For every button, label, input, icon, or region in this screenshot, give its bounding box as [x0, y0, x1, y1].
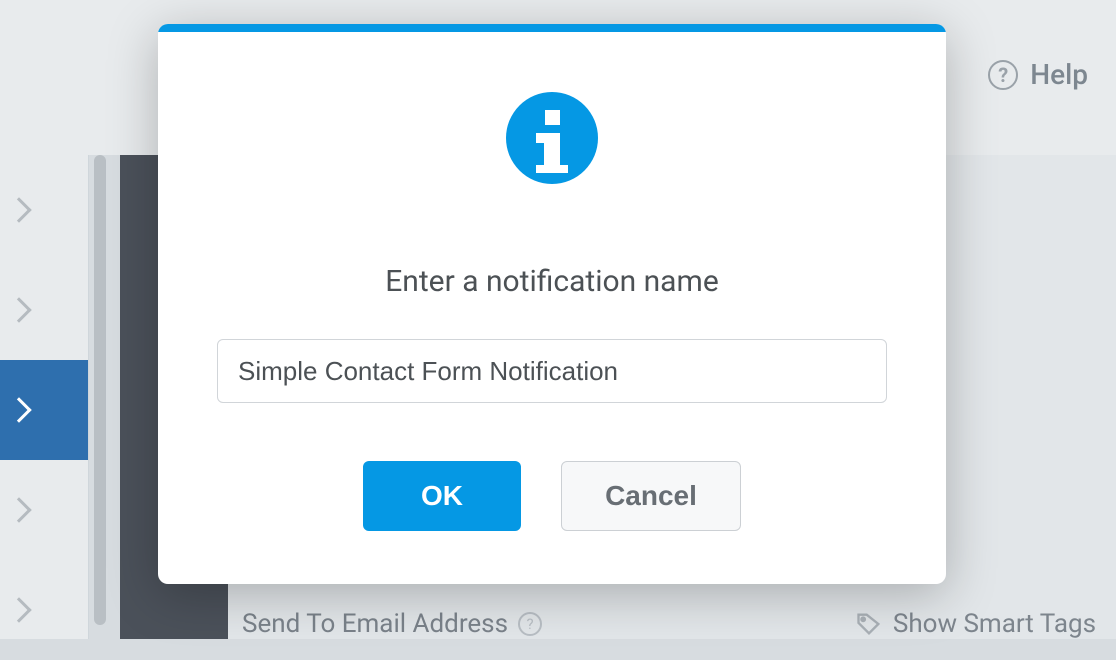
sidebar-item-5[interactable]	[0, 560, 88, 660]
field-label-text: Send To Email Address	[242, 609, 508, 639]
sidebar-item-4[interactable]	[0, 460, 88, 560]
chevron-right-icon	[6, 597, 31, 622]
smart-tags-link[interactable]: Show Smart Tags	[855, 609, 1096, 639]
chevron-right-icon	[6, 497, 31, 522]
sidebar	[0, 155, 89, 639]
chevron-right-icon	[6, 197, 31, 222]
help-label: Help	[1030, 58, 1088, 91]
sidebar-item-1[interactable]	[0, 160, 88, 260]
tag-icon	[855, 610, 883, 638]
chevron-right-icon	[6, 397, 31, 422]
field-label: Send To Email Address ?	[242, 609, 542, 639]
info-icon	[506, 92, 598, 184]
modal-title: Enter a notification name	[385, 264, 718, 299]
modal-accent-bar	[158, 24, 946, 32]
chevron-right-icon	[6, 297, 31, 322]
notification-name-modal: Enter a notification name OK Cancel	[158, 24, 946, 584]
notification-name-input[interactable]	[217, 339, 887, 403]
help-icon[interactable]: ?	[518, 612, 542, 636]
help-link[interactable]: ? Help	[988, 58, 1088, 91]
ok-button[interactable]: OK	[363, 461, 521, 531]
cancel-button[interactable]: Cancel	[561, 461, 741, 531]
modal-body: Enter a notification name OK Cancel	[158, 32, 946, 571]
sidebar-item-2[interactable]	[0, 260, 88, 360]
scrollbar[interactable]	[94, 155, 106, 625]
modal-buttons: OK Cancel	[363, 461, 741, 531]
help-icon: ?	[988, 60, 1018, 90]
sidebar-item-3[interactable]	[0, 360, 88, 460]
field-row: Send To Email Address ? Show Smart Tags	[242, 599, 1116, 649]
smart-tags-label: Show Smart Tags	[893, 609, 1096, 639]
